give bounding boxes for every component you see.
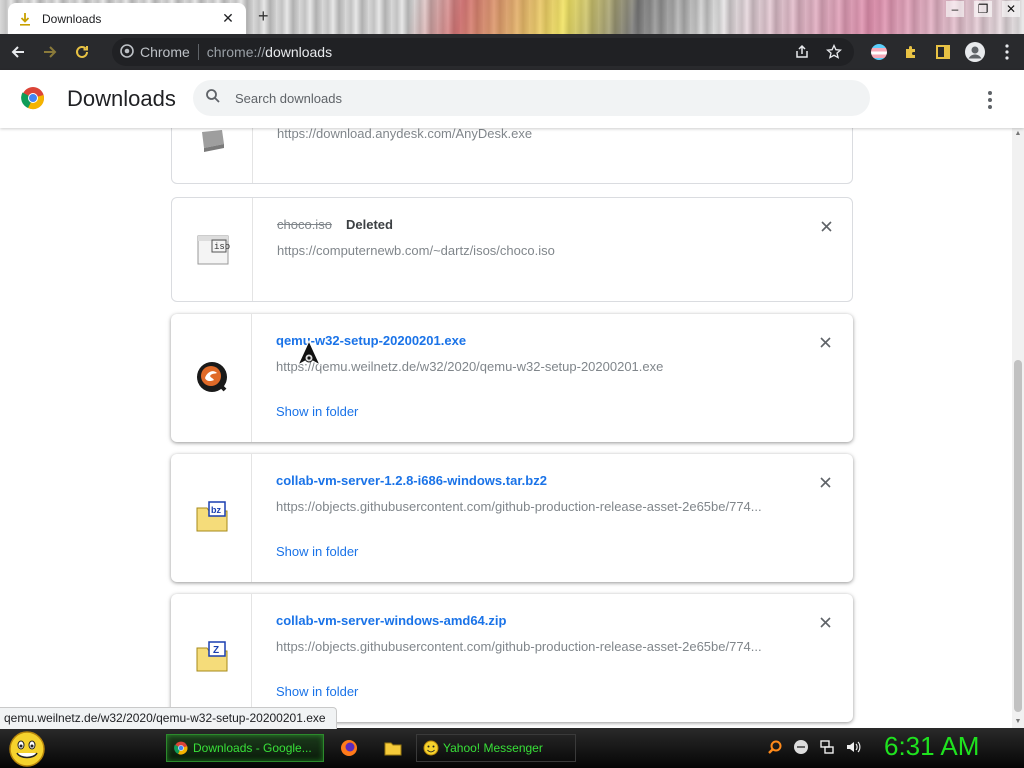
page-title: Downloads xyxy=(67,86,176,111)
tab-title: Downloads xyxy=(42,11,102,26)
download-file-name[interactable]: collab-vm-server-1.2.8-i686-windows.tar.… xyxy=(276,473,547,488)
close-window-icon[interactable]: ✕ xyxy=(1002,1,1020,17)
start-button[interactable] xyxy=(8,730,46,768)
scroll-up-arrow-icon[interactable]: ▲ xyxy=(1014,130,1022,138)
qemu-file-icon xyxy=(195,360,229,394)
tab-strip: Downloads ✕ + – ❐ ✕ xyxy=(0,0,1024,34)
chrome-logo-icon xyxy=(21,86,45,110)
mouse-cursor-icon xyxy=(296,339,322,369)
firefox-icon[interactable] xyxy=(339,738,359,758)
search-box[interactable] xyxy=(193,80,870,116)
side-panel-icon[interactable] xyxy=(932,38,954,66)
scrollbar-thumb[interactable] xyxy=(1014,360,1022,712)
extensions-icon[interactable] xyxy=(900,38,922,66)
address-divider xyxy=(197,44,199,60)
search-input[interactable] xyxy=(235,90,835,106)
chrome-icon xyxy=(120,43,134,61)
taskbar: Downloads - Google... Yahoo! Messenger 6… xyxy=(0,728,1024,768)
forward-button[interactable] xyxy=(36,38,64,66)
download-url[interactable]: https://objects.githubusercontent.com/gi… xyxy=(276,639,762,654)
downloads-header: Downloads xyxy=(0,70,1024,128)
url-path: downloads xyxy=(265,44,333,60)
remove-from-list-icon[interactable] xyxy=(817,474,833,490)
network-icon[interactable] xyxy=(818,738,836,756)
download-file-name[interactable]: collab-vm-server-windows-amd64.zip xyxy=(276,613,506,628)
download-card: Z collab-vm-server-windows-amd64.zip htt… xyxy=(171,594,853,722)
site-info-chip[interactable]: Chrome xyxy=(120,43,190,61)
download-status: Deleted xyxy=(346,217,393,232)
downloads-list: https://download.anydesk.com/AnyDesk.exe… xyxy=(0,128,1012,728)
download-card: iso choco.iso Deleted https://computerne… xyxy=(171,197,853,302)
show-in-folder-link[interactable]: Show in folder xyxy=(276,544,358,559)
search-icon[interactable] xyxy=(766,738,784,756)
taskbar-item-chrome[interactable]: Downloads - Google... xyxy=(166,734,324,762)
share-icon[interactable] xyxy=(794,44,810,65)
messenger-status-icon[interactable] xyxy=(792,738,810,756)
iso-file-icon: iso xyxy=(196,233,230,267)
url-scheme: chrome:// xyxy=(206,44,266,60)
browser-toolbar: Chrome chrome://downloads xyxy=(0,34,1024,70)
remove-from-list-icon[interactable] xyxy=(817,614,833,630)
remove-from-list-icon[interactable] xyxy=(817,334,833,350)
tab-downloads[interactable]: Downloads ✕ xyxy=(8,3,246,34)
download-card: bz collab-vm-server-1.2.8-i686-windows.t… xyxy=(171,454,853,582)
site-chip-label: Chrome xyxy=(140,44,190,60)
download-url[interactable]: https://objects.githubusercontent.com/gi… xyxy=(276,499,762,514)
minimize-icon[interactable]: – xyxy=(946,1,964,17)
new-tab-button[interactable]: + xyxy=(258,6,269,27)
show-in-folder-link[interactable]: Show in folder xyxy=(276,684,358,699)
more-actions-icon[interactable] xyxy=(980,88,1000,112)
taskbar-item-label: Downloads - Google... xyxy=(193,741,312,755)
show-in-folder-link[interactable]: Show in folder xyxy=(276,404,358,419)
browser-menu-icon[interactable] xyxy=(996,38,1018,66)
bz2-archive-icon: bz xyxy=(195,500,229,534)
link-status-bubble: qemu.weilnetz.de/w32/2020/qemu-w32-setup… xyxy=(0,707,337,729)
url-text: chrome://downloads xyxy=(207,44,332,60)
yahoo-messenger-icon xyxy=(423,740,439,756)
anydesk-file-icon xyxy=(196,128,230,160)
taskbar-item-label: Yahoo! Messenger xyxy=(443,741,543,755)
download-card: https://download.anydesk.com/AnyDesk.exe xyxy=(171,128,853,184)
tab-close-icon[interactable]: ✕ xyxy=(220,10,236,27)
svg-text:iso: iso xyxy=(214,242,230,252)
taskbar-clock[interactable]: 6:31 AM xyxy=(884,731,979,762)
maximize-icon[interactable]: ❐ xyxy=(974,1,992,17)
svg-text:bz: bz xyxy=(211,505,221,515)
download-file-name: choco.iso xyxy=(277,217,332,232)
taskbar-item-yahoo-messenger[interactable]: Yahoo! Messenger xyxy=(416,734,576,762)
system-tray xyxy=(766,738,862,756)
profile-flag-icon[interactable] xyxy=(868,38,890,66)
download-icon xyxy=(18,12,32,26)
bookmark-star-icon[interactable] xyxy=(825,43,843,65)
page-scrollbar[interactable]: ▲ ▼ xyxy=(1012,128,1024,728)
scroll-down-arrow-icon[interactable]: ▼ xyxy=(1014,718,1022,726)
chrome-icon xyxy=(173,740,189,756)
zip-archive-icon: Z xyxy=(195,640,229,674)
remove-from-list-icon[interactable] xyxy=(818,218,834,234)
address-bar[interactable]: Chrome chrome://downloads xyxy=(112,38,854,66)
volume-icon[interactable] xyxy=(844,738,862,756)
profile-avatar-icon[interactable] xyxy=(964,38,986,66)
back-button[interactable] xyxy=(4,38,32,66)
download-url[interactable]: https://computernewb.com/~dartz/isos/cho… xyxy=(277,243,555,258)
download-card: qemu-w32-setup-20200201.exe https://qemu… xyxy=(171,314,853,442)
download-url[interactable]: https://qemu.weilnetz.de/w32/2020/qemu-w… xyxy=(276,359,663,374)
folder-icon[interactable] xyxy=(383,738,403,758)
svg-text:Z: Z xyxy=(213,645,219,656)
download-url[interactable]: https://download.anydesk.com/AnyDesk.exe xyxy=(277,128,532,141)
search-icon xyxy=(205,88,221,109)
reload-button[interactable] xyxy=(68,38,96,66)
